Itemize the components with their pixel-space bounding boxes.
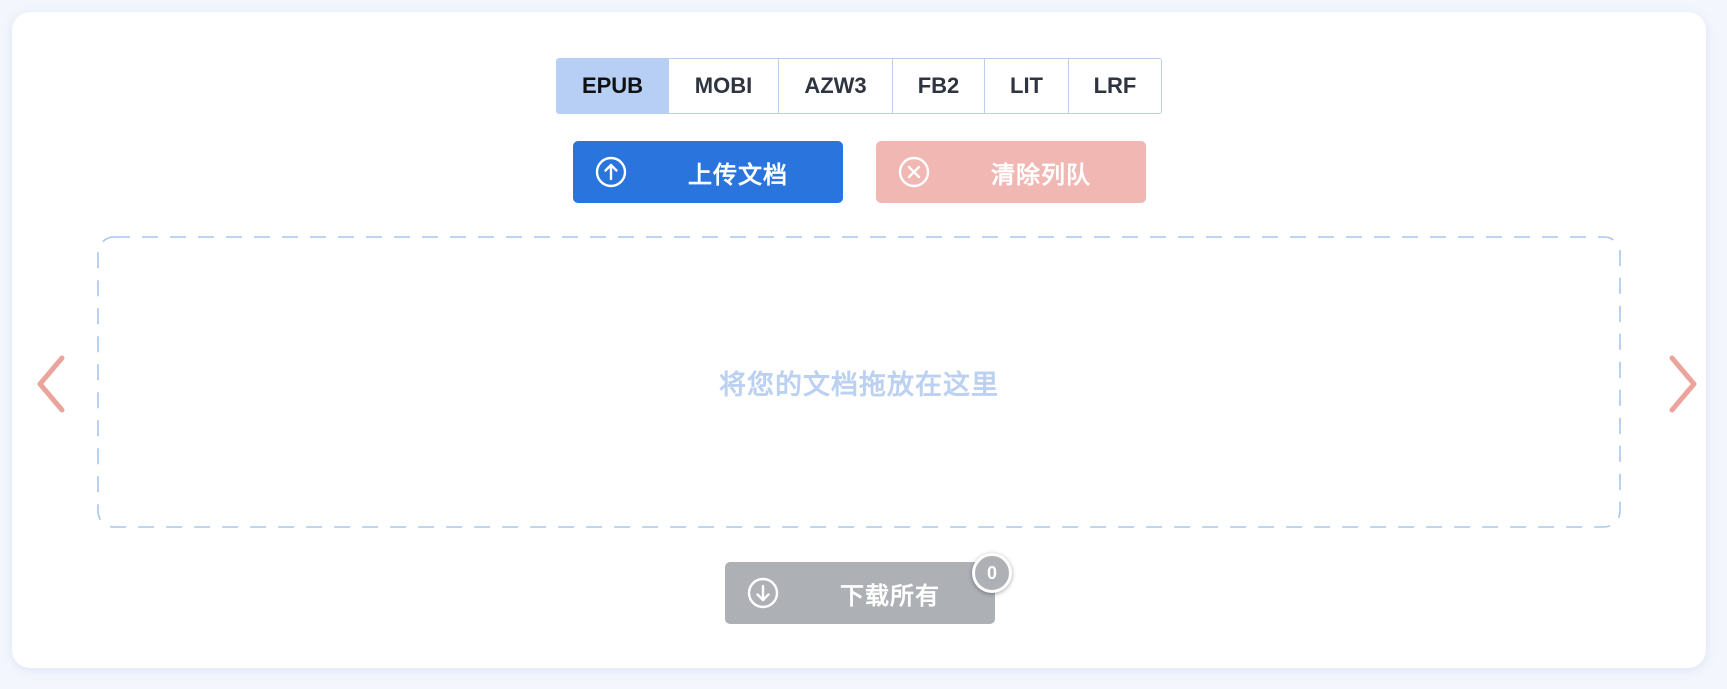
dropzone[interactable]: 将您的文档拖放在这里 [97,236,1621,528]
chevron-right-icon[interactable] [1662,352,1702,416]
upload-button[interactable]: 上传文档 [573,141,843,203]
tab-fb2[interactable]: FB2 [893,59,985,113]
upload-button-label: 上传文档 [688,161,788,189]
clear-queue-button-label: 清除列队 [991,161,1091,189]
tab-mobi[interactable]: MOBI [669,59,779,113]
download-count-badge: 0 [972,553,1012,593]
download-all-button[interactable]: 下载所有 [725,562,995,624]
x-circle-icon [898,156,930,188]
clear-queue-button[interactable]: 清除列队 [876,141,1146,203]
arrow-up-circle-icon [595,156,627,188]
tab-azw3[interactable]: AZW3 [779,59,893,113]
tab-lrf[interactable]: LRF [1069,59,1161,113]
format-tabs: EPUB MOBI AZW3 FB2 LIT LRF [556,58,1162,114]
download-all-button-label: 下载所有 [840,582,940,610]
chevron-left-icon[interactable] [32,352,72,416]
dropzone-placeholder: 将您的文档拖放在这里 [719,369,999,400]
tab-lit[interactable]: LIT [985,59,1069,113]
tab-epub[interactable]: EPUB [557,59,669,113]
arrow-down-circle-icon [747,577,779,609]
converter-card: EPUB MOBI AZW3 FB2 LIT LRF 上传文档 清除列队 将您的… [12,12,1706,668]
